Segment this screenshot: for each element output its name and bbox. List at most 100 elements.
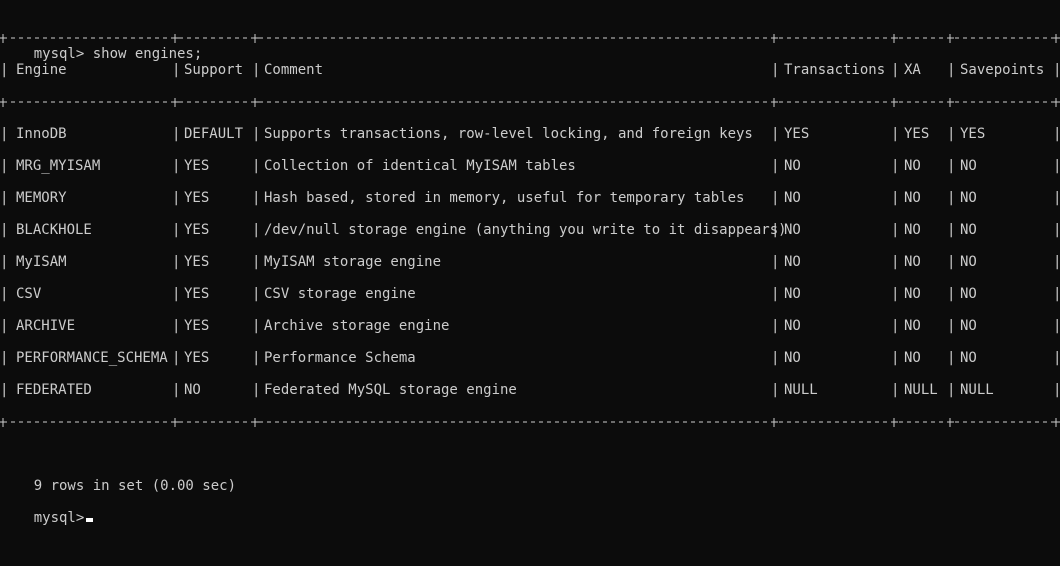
table-header-row: | | | | | | | Engine Support Comment Transactions X… [0,54,1060,86]
table-row: | | | | | | | MRG_MYISAM YES Collection of identi… [0,150,1060,182]
column-separator: | [1053,62,1060,78]
header-comment: Comment [264,62,324,78]
cell-comment: Performance Schema [264,350,416,366]
column-separator: | [771,158,780,174]
column-separator: | [1053,254,1060,270]
cell-transactions: NO [784,158,801,174]
cell-savepoints: NO [960,190,977,206]
column-separator: | [771,286,780,302]
column-separator: | [947,286,956,302]
cell-support: YES [184,190,210,206]
cell-support: YES [184,350,210,366]
cell-engine: InnoDB [16,126,67,142]
terminal-window[interactable]: mysql> show engines; | | | | | | | Engine Suppor… [0,0,1060,526]
cell-xa: NULL [904,382,938,398]
table-border-bottom [0,406,1060,438]
column-separator: | [0,254,9,270]
cell-xa: NO [904,350,921,366]
cell-comment: Hash based, stored in memory, useful for… [264,190,745,206]
column-separator: | [1053,190,1060,206]
cell-xa: NO [904,254,921,270]
column-separator: | [1053,350,1060,366]
column-separator: | [947,158,956,174]
cell-comment: /dev/null storage engine (anything you w… [264,222,787,238]
cell-xa: NO [904,190,921,206]
column-separator: | [947,222,956,238]
column-separator: | [891,254,900,270]
column-separator: | [0,318,9,334]
column-separator: | [172,382,181,398]
column-separator: | [172,62,181,78]
header-xa: XA [904,62,921,78]
column-separator: | [1053,158,1060,174]
cell-comment: Federated MySQL storage engine [264,382,517,398]
column-separator: | [891,158,900,174]
column-separator: | [172,126,181,142]
cell-transactions: NULL [784,382,818,398]
cell-transactions: NO [784,190,801,206]
table-row: | | | | | | | MEMORY YES Hash based, stored in me… [0,182,1060,214]
table-border-header [0,86,1060,118]
header-engine: Engine [16,62,67,78]
cell-savepoints: NO [960,158,977,174]
table-row: | | | | | | | PERFORMANCE_SCHEMA YES Performance … [0,342,1060,374]
cell-savepoints: YES [960,126,986,142]
column-separator: | [891,222,900,238]
cell-savepoints: NO [960,286,977,302]
column-separator: | [771,62,780,78]
table-row: | | | | | | | FEDERATED NO Federated MySQL storag… [0,374,1060,406]
table-row: | | | | | | | InnoDB DEFAULT Supports transaction… [0,118,1060,150]
column-separator: | [172,190,181,206]
cell-comment: Archive storage engine [264,318,450,334]
cell-engine: BLACKHOLE [16,222,92,238]
column-separator: | [891,126,900,142]
column-separator: | [891,318,900,334]
cell-savepoints: NO [960,254,977,270]
header-savepoints: Savepoints [960,62,1045,78]
cell-xa: NO [904,222,921,238]
column-separator: | [891,190,900,206]
cell-xa: NO [904,286,921,302]
column-separator: | [252,222,261,238]
column-separator: | [0,62,9,78]
cell-engine: ARCHIVE [16,318,76,334]
cell-engine: CSV [16,286,42,302]
cell-engine: FEDERATED [16,382,92,398]
cell-support: YES [184,254,210,270]
header-support: Support [184,62,244,78]
column-separator: | [947,126,956,142]
cell-comment: Collection of identical MyISAM tables [264,158,576,174]
column-separator: | [0,350,9,366]
cell-xa: YES [904,126,930,142]
column-separator: | [172,286,181,302]
column-separator: | [1053,286,1060,302]
cell-savepoints: NO [960,350,977,366]
column-separator: | [0,382,9,398]
column-separator: | [947,254,956,270]
column-separator: | [0,286,9,302]
cell-transactions: NO [784,350,801,366]
column-separator: | [252,382,261,398]
cell-transactions: NO [784,318,801,334]
column-separator: | [1053,222,1060,238]
column-separator: | [947,190,956,206]
cursor-icon [86,518,94,522]
column-separator: | [0,126,9,142]
column-separator: | [771,318,780,334]
table-row: | | | | | | | BLACKHOLE YES/dev/null storage eng… [0,214,1060,246]
cell-support: YES [184,286,210,302]
column-separator: | [172,318,181,334]
cell-savepoints: NO [960,222,977,238]
prompt-line[interactable]: mysql> [0,470,94,526]
cell-transactions: NO [784,222,801,238]
table-row: | | | | | | | MyISAM YES MyISAM storage engine NO N… [0,246,1060,278]
cell-xa: NO [904,158,921,174]
cell-transactions: NO [784,286,801,302]
column-separator: | [252,126,261,142]
cell-engine: MEMORY [16,190,67,206]
column-separator: | [891,286,900,302]
cell-transactions: NO [784,254,801,270]
column-separator: | [172,222,181,238]
cell-support: DEFAULT [184,126,244,142]
cell-engine: PERFORMANCE_SCHEMA [16,350,168,366]
